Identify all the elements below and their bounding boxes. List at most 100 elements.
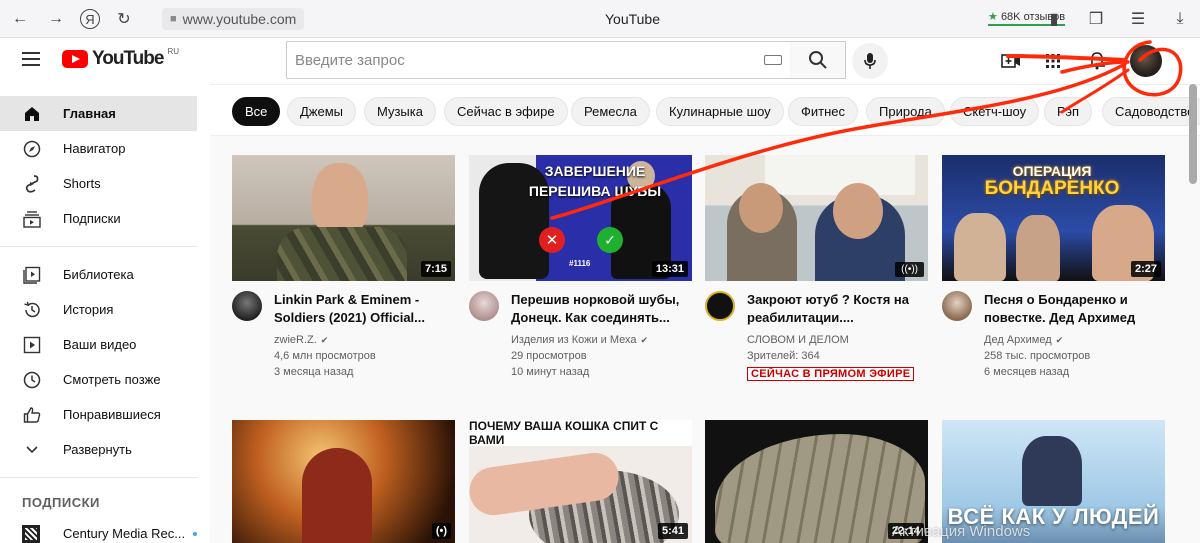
chip-gardening[interactable]: Садоводство (1102, 97, 1200, 126)
chip-fitness[interactable]: Фитнес (788, 97, 859, 126)
account-avatar[interactable] (1130, 45, 1162, 77)
sidebar-item-watch-later[interactable]: Смотреть позже (0, 362, 210, 397)
upload-age: 10 минут назад (511, 366, 590, 378)
sidebar-item-label: Понравившиеся (63, 407, 161, 422)
video-thumbnail[interactable]: ОПЕРАЦИЯ БОНДАРЕНКО 2:27 (942, 155, 1165, 281)
sidebar-item-label: Ваши видео (63, 337, 137, 352)
youtube-logo[interactable]: YouTube RU (62, 47, 179, 70)
voice-search-button[interactable] (852, 43, 888, 79)
chip-all[interactable]: Все (232, 97, 281, 126)
extensions-icon[interactable]: ❒ (1084, 7, 1108, 31)
category-chips-bar: Все Джемы Музыка Сейчас в эфире Ремесла … (210, 84, 1200, 136)
channel-avatar[interactable] (469, 291, 499, 321)
video-card[interactable]: ОПЕРАЦИЯ БОНДАРЕНКО 2:27 Песня о Бондарен… (942, 155, 1165, 380)
video-title[interactable]: Песня о Бондаренко и повестке. Дед Архим… (984, 291, 1165, 327)
shorts-icon (22, 174, 42, 194)
sidebar-item-label: История (63, 302, 114, 317)
check-icon: ✓ (597, 227, 623, 253)
verified-icon: ✔ (320, 335, 329, 345)
video-thumbnail[interactable]: ((•)) (705, 155, 928, 281)
video-title[interactable]: Закроют ютуб ? Костя на реабилитации.... (747, 291, 928, 327)
chip-crafts[interactable]: Ремесла (571, 97, 650, 126)
verified-icon: ✔ (640, 335, 649, 345)
library-icon (22, 265, 42, 285)
channel-name: Дед Архимед (984, 334, 1052, 346)
video-card[interactable]: 7:15 Linkin Park & Eminem - Soldiers (20… (232, 155, 455, 380)
video-title[interactable]: Linkin Park & Eminem - Soldiers (2021) O… (274, 291, 455, 327)
youtube-play-icon (62, 50, 88, 68)
sidebar-item-label: Главная (63, 106, 116, 121)
thumbnail-caption: ОПЕРАЦИЯ БОНДАРЕНКО (984, 163, 1120, 199)
home-icon (22, 104, 42, 124)
keyboard-icon[interactable] (764, 55, 782, 65)
video-duration: 5:41 (657, 523, 688, 539)
video-thumbnail[interactable]: ЗАВЕРШЕНИЕ ПЕРЕШИВА ШУБЫ ✕ ✓ #1116 13:31 (469, 155, 692, 281)
search-button[interactable] (790, 41, 846, 79)
channel-name[interactable]: СЛОВОМ И ДЕЛОМ (747, 332, 928, 348)
sidebar-item-history[interactable]: История (0, 292, 210, 327)
channel-avatar[interactable] (705, 291, 735, 321)
history-icon (22, 300, 42, 320)
channel-avatar[interactable] (942, 291, 972, 321)
sidebar-divider (0, 477, 197, 478)
chip-jams[interactable]: Джемы (287, 97, 357, 126)
create-video-icon[interactable] (1000, 50, 1022, 72)
sidebar-divider (0, 246, 197, 247)
bookmark-icon[interactable]: ▮ (1042, 7, 1066, 31)
channel-avatar (22, 524, 40, 543)
video-card[interactable]: ((•)) Закроют ютуб ? Костя на реабилитац… (705, 155, 928, 382)
channel-name-row[interactable]: zwieR.Z. ✔ (274, 332, 455, 348)
youtube-header: YouTube RU (0, 38, 1200, 84)
cross-icon: ✕ (539, 227, 565, 253)
chip-live[interactable]: Сейчас в эфире (444, 97, 568, 126)
sidebar-item-label: Библиотека (63, 267, 134, 282)
sidebar: Главная Навигатор Shorts Подписки Библио… (0, 84, 210, 543)
hamburger-menu-icon[interactable] (22, 52, 40, 66)
sidebar-item-label: Навигатор (63, 141, 126, 156)
subscriptions-heading: ПОДПИСКИ (22, 494, 100, 510)
sidebar-panel-icon[interactable]: ☰ (1126, 7, 1150, 31)
chip-sketch[interactable]: Скетч-шоу (950, 97, 1040, 126)
live-icon: (•) (431, 523, 451, 539)
sidebar-item-library[interactable]: Библиотека (0, 257, 210, 292)
video-card[interactable]: (•) (232, 420, 455, 543)
upload-age: 3 месяца назад (274, 366, 354, 378)
chip-rap[interactable]: Рэп (1044, 97, 1093, 126)
chip-nature[interactable]: Природа (866, 97, 945, 126)
download-icon[interactable]: ⤓ (1168, 7, 1192, 31)
search-input[interactable] (295, 51, 764, 69)
chip-music[interactable]: Музыка (364, 97, 436, 126)
upload-age: 6 месяцев назад (984, 366, 1070, 378)
channel-name-row[interactable]: Дед Архимед ✔ (984, 332, 1165, 348)
apps-grid-icon[interactable] (1042, 50, 1064, 72)
channel-name-row[interactable]: Изделия из Кожи и Меха ✔ (511, 332, 692, 348)
video-card[interactable]: ПОЧЕМУ ВАША КОШКА СПИТ С ВАМИ 5:41 (469, 420, 692, 543)
sidebar-item-your-videos[interactable]: Ваши видео (0, 327, 210, 362)
sidebar-item-liked[interactable]: Понравившиеся (0, 397, 210, 432)
video-thumbnail[interactable]: ПОЧЕМУ ВАША КОШКА СПИТ С ВАМИ 5:41 (469, 420, 692, 543)
sidebar-item-shorts[interactable]: Shorts (0, 166, 210, 201)
thumbs-up-icon (22, 405, 42, 425)
page-scrollbar[interactable] (1189, 84, 1197, 184)
viewer-count: Зрителей: 364 (747, 350, 820, 362)
sidebar-item-label: Развернуть (63, 442, 132, 457)
notifications-bell-icon[interactable] (1086, 50, 1108, 72)
channel-avatar[interactable] (232, 291, 262, 321)
chip-cooking[interactable]: Кулинарные шоу (656, 97, 784, 126)
chevron-down-icon (22, 440, 42, 460)
sidebar-item-expand[interactable]: Развернуть (0, 432, 210, 467)
live-icon: ((•)) (895, 262, 924, 277)
video-thumbnail[interactable]: (•) (232, 420, 455, 543)
sidebar-channel-item[interactable]: Century Media Rec... (0, 516, 210, 543)
sidebar-item-subscriptions[interactable]: Подписки (0, 201, 210, 236)
sidebar-item-explore[interactable]: Навигатор (0, 131, 210, 166)
sidebar-item-home[interactable]: Главная (0, 96, 197, 131)
video-card[interactable]: ЗАВЕРШЕНИЕ ПЕРЕШИВА ШУБЫ ✕ ✓ #1116 13:31… (469, 155, 692, 380)
star-icon: ★ (988, 11, 998, 23)
video-title[interactable]: Перешив норковой шубы, Донецк. Как соеди… (511, 291, 692, 327)
new-content-dot (193, 531, 198, 536)
sidebar-item-label: Смотреть позже (63, 372, 161, 387)
verified-icon: ✔ (1055, 335, 1064, 345)
search-box[interactable] (286, 41, 791, 79)
video-thumbnail[interactable]: 7:15 (232, 155, 455, 281)
